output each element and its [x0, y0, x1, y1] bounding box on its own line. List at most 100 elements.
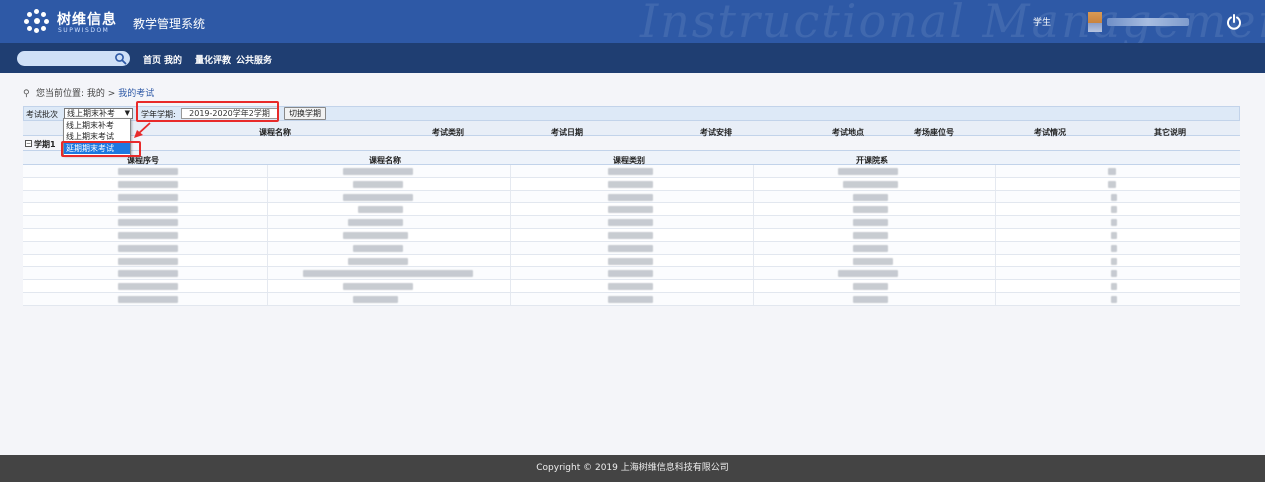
redacted-cell: [303, 270, 473, 278]
redacted-cell: [118, 206, 178, 214]
column-divider: [510, 190, 511, 203]
breadcrumb-current[interactable]: 我的考试: [118, 89, 154, 99]
table-row: [23, 267, 1240, 281]
batch-option-online-makeup[interactable]: 线上期末补考: [64, 120, 130, 131]
column-divider: [510, 241, 511, 254]
column-divider: [995, 228, 996, 241]
redacted-cell: [853, 219, 888, 227]
redacted-cell: [118, 270, 178, 278]
column-divider: [753, 241, 754, 254]
breadcrumb-separator: >: [104, 89, 119, 99]
redacted-cell: [853, 295, 888, 303]
redacted-cell: [608, 270, 653, 278]
redacted-cell: [853, 257, 893, 265]
redacted-cell: [343, 193, 413, 201]
column-divider: [995, 280, 996, 292]
column-divider: [995, 177, 996, 190]
column-divider: [995, 254, 996, 267]
redacted-cell: [853, 193, 888, 201]
redacted-cell: [353, 295, 398, 303]
column-divider: [753, 203, 754, 216]
column-divider: [753, 292, 754, 305]
column-divider: [267, 203, 268, 216]
redacted-cell: [1111, 283, 1117, 291]
redacted-cell: [608, 244, 653, 252]
redacted-cell: [853, 283, 888, 291]
breadcrumb-prefix: 您当前位置:: [36, 89, 87, 99]
redacted-cell: [118, 283, 178, 291]
brand-name: 树维信息: [57, 12, 117, 28]
system-name: 教学管理系统: [133, 17, 206, 31]
redacted-cell: [118, 244, 178, 252]
redacted-cell: [608, 295, 653, 303]
redacted-cell: [608, 193, 653, 201]
redacted-cell: [118, 193, 178, 201]
redacted-cell: [118, 257, 178, 265]
redacted-cell: [118, 168, 178, 175]
column-divider: [753, 177, 754, 190]
brand-name-english: SUPWISDOM: [58, 27, 110, 34]
nav-item-home[interactable]: 首页: [143, 53, 161, 66]
nav-item-evaluation[interactable]: 量化评教: [195, 53, 231, 66]
course-table-header: 课程序号 课程名称 课程类别 开课院系: [23, 150, 1240, 165]
redacted-cell: [1111, 244, 1117, 252]
column-divider: [510, 267, 511, 280]
column-divider: [995, 216, 996, 228]
column-divider: [753, 190, 754, 203]
redacted-cell: [608, 206, 653, 214]
column-divider: [995, 267, 996, 280]
column-divider: [995, 241, 996, 254]
avatar[interactable]: [1088, 12, 1102, 32]
annotation-highlight-option: [61, 141, 141, 157]
redacted-cell: [608, 231, 653, 239]
redacted-cell: [343, 231, 408, 239]
column-divider: [753, 267, 754, 280]
redacted-cell: [853, 206, 888, 214]
course-table-body: [23, 165, 1240, 306]
redacted-cell: [838, 270, 898, 278]
redacted-cell: [118, 219, 178, 227]
column-divider: [267, 216, 268, 228]
breadcrumb-parent[interactable]: 我的: [87, 89, 105, 99]
table-row: [23, 177, 1240, 191]
user-role: 学生: [1033, 18, 1052, 28]
column-divider: [510, 177, 511, 190]
column-divider: [995, 292, 996, 305]
column-divider: [267, 165, 268, 177]
search-input[interactable]: [17, 51, 130, 66]
redacted-cell: [353, 244, 403, 252]
table-row: [23, 292, 1240, 306]
redacted-cell: [1111, 219, 1117, 227]
power-icon[interactable]: [1226, 14, 1242, 30]
page: Instructional Management 树维信息 SUPWISDOM …: [0, 0, 1265, 482]
redacted-cell: [608, 257, 653, 265]
column-divider: [510, 228, 511, 241]
table-row: [23, 280, 1240, 293]
search-icon[interactable]: [114, 52, 127, 65]
redacted-cell: [118, 231, 178, 239]
column-divider: [267, 241, 268, 254]
column-divider: [753, 280, 754, 292]
table-row: [23, 241, 1240, 255]
batch-select-value: 线上期末补考: [67, 109, 115, 118]
redacted-cell: [843, 180, 898, 188]
redacted-cell: [608, 283, 653, 291]
table-row: [23, 165, 1240, 178]
copyright-text: Copyright © 2019 上海树维信息科技有限公司: [536, 463, 729, 473]
switch-term-button[interactable]: 切换学期: [284, 107, 326, 120]
annotation-arrow-icon: [134, 122, 151, 138]
table-row: [23, 228, 1240, 242]
user-name-redacted[interactable]: [1107, 18, 1189, 26]
annotation-highlight-term: [136, 101, 279, 122]
collapse-toggle-icon[interactable]: −: [25, 140, 32, 147]
nav-item-public-service[interactable]: 公共服务: [236, 53, 272, 66]
table-row: [23, 216, 1240, 229]
redacted-cell: [1111, 206, 1117, 214]
nav-bar: 首页 我的 量化评教 公共服务: [0, 43, 1265, 73]
nav-item-mine[interactable]: 我的: [164, 53, 182, 66]
redacted-cell: [608, 219, 653, 227]
column-divider: [510, 165, 511, 177]
column-divider: [995, 190, 996, 203]
column-divider: [753, 254, 754, 267]
column-divider: [510, 280, 511, 292]
